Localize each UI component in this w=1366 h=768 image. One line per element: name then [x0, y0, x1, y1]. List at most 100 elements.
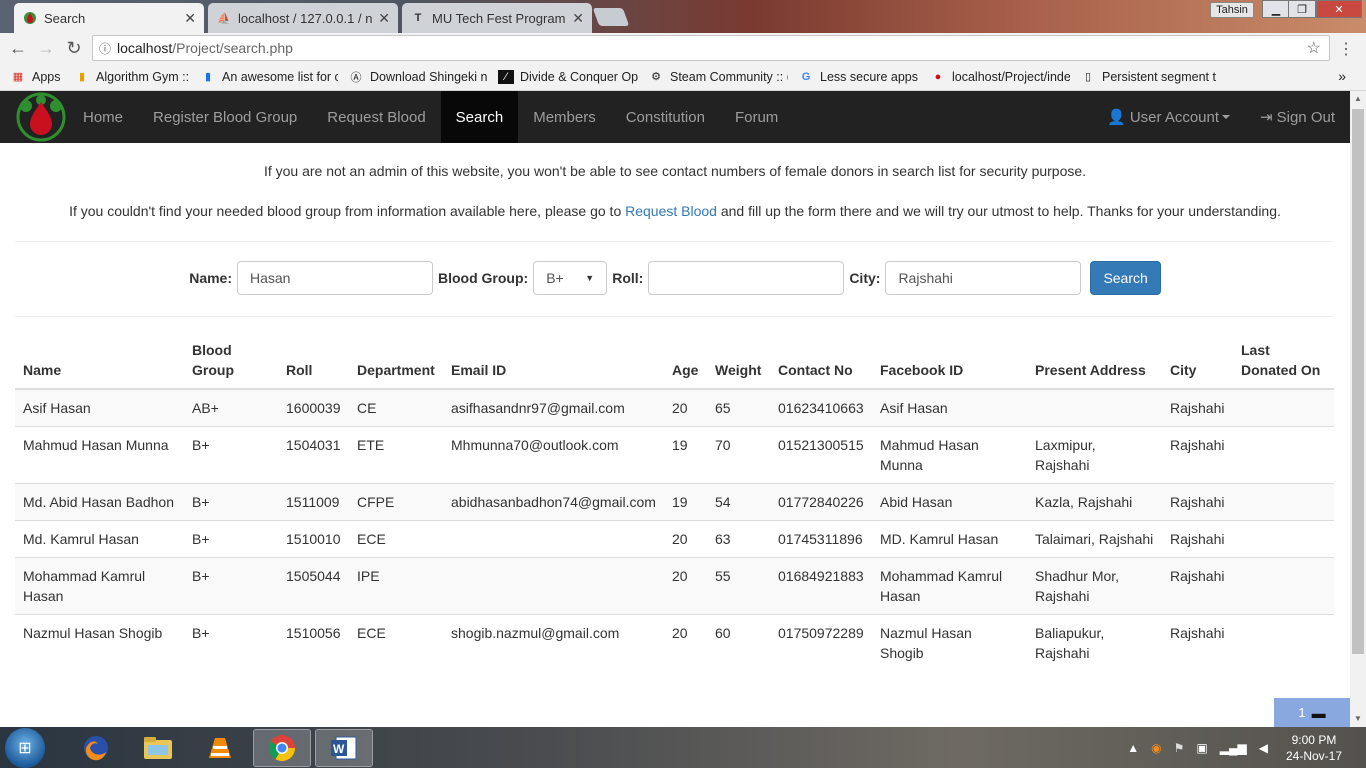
reload-icon[interactable]: ↻: [60, 38, 88, 59]
more-bookmarks-chevron-icon[interactable]: »: [1338, 68, 1346, 84]
tab-mu-tech-fest[interactable]: T MU Tech Fest Programm ✕: [402, 3, 592, 33]
new-tab-button[interactable]: [592, 8, 630, 26]
back-arrow-icon[interactable]: ←: [4, 38, 32, 59]
nav-search[interactable]: Search: [440, 91, 519, 143]
chat-widget-button[interactable]: 1 ▬: [1274, 698, 1350, 727]
bookmark-label: localhost/Project/inde: [952, 69, 1070, 84]
bookmark-item[interactable]: ▮ Algorithm Gym :: Gra: [74, 70, 190, 84]
blood-group-value: B+: [546, 270, 564, 286]
close-tab-icon[interactable]: ✕: [378, 10, 390, 27]
cell: [1233, 388, 1334, 427]
forward-arrow-icon[interactable]: →: [32, 38, 60, 59]
nav-request-blood[interactable]: Request Blood: [312, 91, 440, 143]
tab-phpmyadmin[interactable]: ⛵ localhost / 127.0.0.1 / nir ✕: [208, 3, 398, 33]
close-window-button[interactable]: ✕: [1316, 0, 1362, 18]
cell: Talaimari, Rajshahi: [1027, 520, 1162, 558]
show-hidden-icons-icon[interactable]: ▲: [1127, 741, 1139, 755]
request-blood-link[interactable]: Request Blood: [625, 203, 717, 219]
nav-forum[interactable]: Forum: [720, 91, 793, 143]
url-bar[interactable]: ⓘ localhost/Project/search.php ☆: [92, 35, 1330, 61]
scroll-down-arrow-icon[interactable]: ▼: [1350, 711, 1366, 727]
tab-search[interactable]: Search ✕: [14, 3, 204, 33]
bar-chart-icon: ▮: [204, 71, 212, 83]
name-input[interactable]: [237, 261, 433, 295]
col-age: Age: [664, 340, 707, 390]
restore-button[interactable]: ❐: [1288, 0, 1316, 18]
action-center-flag-icon[interactable]: ⚑: [1174, 741, 1185, 755]
clock-time: 9:00 PM: [1291, 732, 1337, 747]
search-button[interactable]: Search: [1090, 261, 1161, 295]
nav-constitution[interactable]: Constitution: [611, 91, 720, 143]
phpmyadmin-icon: ⛵: [217, 12, 231, 25]
blood-group-select[interactable]: B+ ▼: [533, 261, 608, 295]
orange-app-icon[interactable]: ◉: [1151, 741, 1161, 755]
sign-out-link[interactable]: ⇥ Sign Out: [1245, 91, 1350, 143]
bookmark-item[interactable]: Ⓐ Download Shingeki n: [348, 70, 488, 84]
cell: Mahmud Hasan Munna: [15, 426, 184, 484]
col-weight: Weight: [707, 340, 770, 390]
word-icon[interactable]: W: [315, 728, 373, 767]
info-icon[interactable]: ⓘ: [93, 40, 117, 57]
vertical-scrollbar[interactable]: ▲ ▼: [1350, 91, 1366, 727]
table-row: Md. Kamrul Hasan B+ 1510010 ECE 20 63 01745311…: [15, 520, 1334, 558]
cell: Rajshahi: [1162, 520, 1233, 558]
windows-start-icon[interactable]: ⊞: [5, 727, 45, 768]
chrome-icon[interactable]: [253, 728, 311, 767]
nav-members[interactable]: Members: [518, 91, 611, 143]
bookmark-item[interactable]: ▯ Persistent segment tr: [1080, 70, 1216, 84]
explorer-icon[interactable]: [129, 729, 187, 767]
blood-drop-icon: ●: [934, 70, 942, 83]
chat-count: 1: [1298, 705, 1306, 720]
cell: 1510056: [278, 614, 349, 671]
bookmark-label: Apps: [32, 69, 61, 84]
cell: 1504031: [278, 426, 349, 484]
bookmark-item[interactable]: ● localhost/Project/inde: [930, 70, 1070, 84]
cell: shogib.nazmul@gmail.com: [443, 614, 664, 671]
network-signal-icon[interactable]: ▂▄▆: [1220, 741, 1247, 755]
site-navbar: Home Register Blood Group Request Blood …: [0, 91, 1350, 143]
cell: CE: [349, 388, 443, 427]
bookmark-item[interactable]: ⁄ Divide & Conquer Op: [498, 69, 638, 84]
cell: 01745311896: [770, 520, 872, 558]
cell: 20: [664, 388, 707, 427]
bookmark-apps[interactable]: ▦ Apps: [10, 70, 64, 84]
minimize-button[interactable]: ▁: [1262, 0, 1290, 18]
nav-home[interactable]: Home: [68, 91, 138, 143]
cell: Mhmunna70@outlook.com: [443, 426, 664, 484]
bookmark-item[interactable]: ⚙ Steam Community :: (: [648, 70, 788, 84]
close-tab-icon[interactable]: ✕: [572, 10, 584, 27]
bookmark-star-icon[interactable]: ☆: [1307, 38, 1321, 58]
city-input[interactable]: [885, 261, 1082, 295]
cell: Rajshahi: [1162, 614, 1233, 671]
cell: Baliapukur, Rajshahi: [1027, 614, 1162, 671]
user-account-dropdown[interactable]: 👤 User Account: [1092, 91, 1245, 143]
browser-menu-icon[interactable]: ⋮: [1338, 39, 1354, 59]
close-tab-icon[interactable]: ✕: [184, 10, 196, 27]
bookmark-label: An awesome list for c: [222, 69, 338, 84]
site-logo[interactable]: [14, 91, 68, 143]
bookmark-item[interactable]: G Less secure apps: [798, 70, 920, 84]
vlc-icon[interactable]: [191, 729, 249, 767]
cell: Md. Abid Hasan Badhon: [15, 483, 184, 521]
speaker-icon[interactable]: ◀: [1259, 741, 1268, 755]
address-toolbar: ← → ↻ ⓘ localhost/Project/search.php ☆ ⋮: [0, 33, 1366, 63]
bookmark-item[interactable]: ▮ An awesome list for c: [200, 70, 338, 84]
request-notice: If you couldn't find your needed blood g…: [0, 203, 1350, 219]
cell: [1233, 614, 1334, 671]
col-email: Email ID: [443, 340, 664, 390]
scroll-up-arrow-icon[interactable]: ▲: [1350, 91, 1366, 107]
admin-notice: If you are not an admin of this website,…: [263, 163, 1087, 179]
firefox-icon[interactable]: [67, 729, 125, 767]
usb-device-icon[interactable]: ▣: [1196, 741, 1207, 755]
taskbar-clock[interactable]: 9:00 PM 24-Nov-17: [1286, 732, 1342, 764]
scrollbar-thumb[interactable]: [1352, 109, 1364, 654]
cell: 1511009: [278, 483, 349, 521]
cell: [1233, 483, 1334, 521]
roll-input[interactable]: [648, 261, 845, 295]
browser-tab-strip: Search ✕ ⛵ localhost / 127.0.0.1 / nir ✕…: [0, 0, 1366, 33]
profile-badge[interactable]: Tahsin: [1210, 2, 1254, 18]
cell: abidhasanbadhon74@gmail.com: [443, 483, 664, 521]
nav-register-blood-group[interactable]: Register Blood Group: [138, 91, 312, 143]
url-path: /Project/search.php: [172, 40, 293, 56]
bookmark-label: Less secure apps: [820, 69, 918, 84]
